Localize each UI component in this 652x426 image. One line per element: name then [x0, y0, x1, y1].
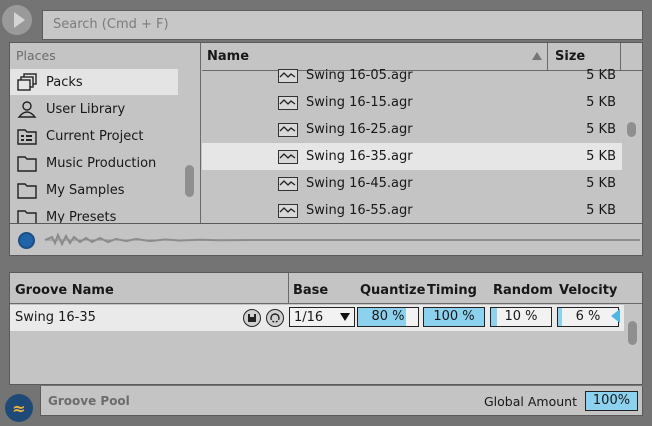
base-value: 1/16 [294, 309, 324, 325]
groove-pool-title: Groove Pool [48, 394, 130, 408]
packs-icon [16, 73, 38, 91]
sidebar-item-label: User Library [46, 101, 126, 117]
file-name: Swing 16-55.agr [306, 203, 413, 218]
preview-play-button[interactable] [2, 5, 32, 35]
file-row[interactable]: Swing 16-05.agr 5 KB [202, 62, 622, 89]
browser-panel: Places Packs User Library Current Projec… [9, 42, 643, 224]
sidebar-item-user-library[interactable]: User Library [10, 96, 178, 122]
commit-icon [270, 313, 280, 323]
file-name: Swing 16-05.agr [306, 68, 413, 83]
file-list: Name Size Swing 16-05.agr 5 KB Swing 16-… [202, 43, 642, 223]
column-timing: Timing [427, 283, 477, 298]
column-base: Base [293, 283, 329, 298]
groove-file-icon [278, 95, 298, 110]
places-scrollbar[interactable] [185, 165, 194, 197]
project-icon [16, 127, 38, 145]
sidebar-item-label: My Presets [46, 209, 117, 224]
sidebar-item-label: My Samples [46, 182, 125, 198]
file-name: Swing 16-45.agr [306, 176, 413, 191]
random-value: 10 % [504, 309, 538, 324]
waveform-preview[interactable] [40, 227, 640, 253]
file-row[interactable]: Swing 16-45.agr 5 KB [202, 170, 622, 197]
base-select[interactable]: 1/16 [289, 307, 355, 327]
places-title: Places [16, 48, 56, 63]
headphones-icon[interactable] [18, 232, 35, 249]
timing-value: 100 % [433, 309, 475, 324]
column-random: Random [493, 283, 553, 298]
play-icon [13, 12, 25, 28]
groove-pool-toggle-icon[interactable]: ≈ [5, 394, 33, 422]
file-row-selected[interactable]: Swing 16-35.agr 5 KB [202, 143, 622, 170]
groove-file-icon [278, 176, 298, 191]
velocity-value: 6 % [575, 309, 601, 324]
groove-name: Swing 16-35 [15, 310, 96, 325]
groove-pool-footer: Groove Pool Global Amount 100% [40, 386, 643, 416]
groove-file-icon [278, 68, 298, 83]
floppy-icon [248, 314, 256, 322]
global-amount-field[interactable]: 100% [585, 391, 638, 411]
file-size: 5 KB [586, 203, 616, 218]
quantize-slider[interactable]: 80 % [357, 307, 419, 327]
file-name: Swing 16-35.agr [306, 149, 413, 164]
column-quantize: Quantize [360, 283, 426, 298]
sidebar-item-label: Music Production [46, 155, 157, 171]
preview-strip [9, 224, 643, 256]
save-groove-button[interactable] [243, 309, 261, 327]
user-icon [16, 100, 38, 118]
velocity-marker-icon [611, 309, 620, 323]
sidebar-item-my-presets[interactable]: My Presets [10, 204, 178, 223]
file-size: 5 KB [586, 176, 616, 191]
sidebar-item-my-samples[interactable]: My Samples [10, 177, 178, 203]
random-slider[interactable]: 10 % [490, 307, 552, 327]
column-groove-name: Groove Name [15, 283, 114, 298]
folder-icon [16, 208, 38, 223]
chevron-down-icon [340, 313, 350, 321]
file-row[interactable]: Swing 16-55.agr 5 KB [202, 197, 622, 223]
file-row[interactable]: Swing 16-15.agr 5 KB [202, 89, 622, 116]
global-amount-label: Global Amount [484, 394, 577, 409]
folder-icon [16, 181, 38, 199]
sidebar-item-label: Current Project [46, 128, 144, 144]
file-size: 5 KB [586, 149, 616, 164]
file-name: Swing 16-15.agr [306, 95, 413, 110]
sidebar-item-music-production[interactable]: Music Production [10, 150, 178, 176]
sidebar-item-packs[interactable]: Packs [10, 69, 178, 95]
random-fill [491, 308, 497, 326]
timing-slider[interactable]: 100 % [423, 307, 485, 327]
groove-file-icon [278, 122, 298, 137]
groove-row[interactable]: Swing 16-35 1/16 80 % 100 % 10 % 6 % [10, 305, 624, 331]
places-sidebar: Places Packs User Library Current Projec… [10, 43, 201, 223]
file-list-scrollbar[interactable] [627, 122, 636, 137]
sidebar-item-current-project[interactable]: Current Project [10, 123, 178, 149]
velocity-fill [558, 308, 562, 326]
sidebar-item-label: Packs [46, 74, 83, 90]
file-size: 5 KB [586, 68, 616, 83]
groove-file-icon [278, 149, 298, 164]
file-row[interactable]: Swing 16-25.agr 5 KB [202, 116, 622, 143]
commit-groove-button[interactable] [266, 309, 284, 327]
quantize-value: 80 % [371, 309, 405, 324]
column-velocity: Velocity [559, 283, 618, 298]
groove-scrollbar[interactable] [628, 321, 637, 345]
groove-pool-panel: Groove Name Base Quantize Timing Random … [9, 272, 643, 385]
column-divider [288, 273, 289, 304]
file-size: 5 KB [586, 122, 616, 137]
sort-ascending-icon[interactable] [532, 52, 542, 60]
search-input[interactable]: Search (Cmd + F) [42, 10, 643, 40]
file-size: 5 KB [586, 95, 616, 110]
velocity-slider[interactable]: 6 % [557, 307, 619, 327]
folder-icon [16, 154, 38, 172]
groove-table-header: Groove Name Base Quantize Timing Random … [10, 273, 642, 304]
file-name: Swing 16-25.agr [306, 122, 413, 137]
groove-file-icon [278, 203, 298, 218]
